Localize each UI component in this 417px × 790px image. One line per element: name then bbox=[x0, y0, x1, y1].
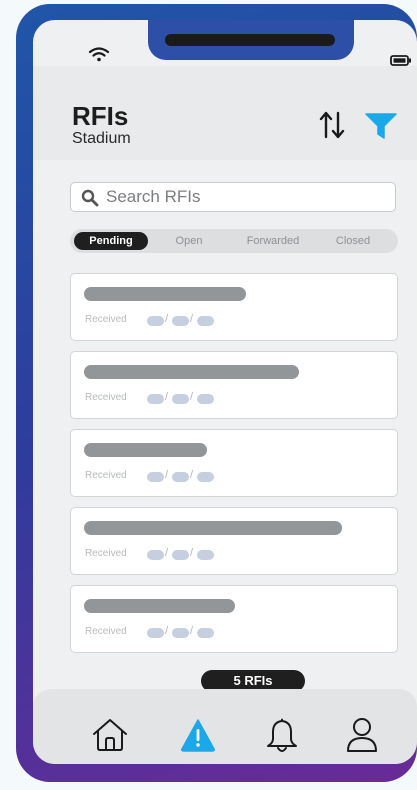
date-separator: / bbox=[190, 469, 194, 481]
rfi-card[interactable]: Received / / bbox=[70, 429, 398, 497]
phone-notch bbox=[148, 20, 354, 60]
speaker-grille bbox=[165, 34, 335, 46]
phone-frame: RFIs Stadium Search RFIs Pending Open Fo… bbox=[16, 4, 417, 782]
search-icon bbox=[81, 189, 99, 212]
date-placeholder bbox=[147, 316, 164, 326]
rfi-card[interactable]: Received / / bbox=[70, 273, 398, 341]
received-label: Received bbox=[85, 392, 127, 403]
date-placeholder bbox=[147, 628, 164, 638]
date-separator: / bbox=[190, 547, 194, 559]
date-placeholder bbox=[147, 394, 164, 404]
sort-arrows-icon[interactable] bbox=[319, 110, 345, 145]
search-input[interactable] bbox=[106, 186, 386, 208]
alert-triangle-icon[interactable] bbox=[180, 718, 216, 757]
status-bar bbox=[33, 20, 417, 66]
tab-forwarded[interactable]: Forwarded bbox=[235, 232, 311, 250]
received-label: Received bbox=[85, 314, 127, 325]
date-separator: / bbox=[190, 625, 194, 637]
date-placeholder bbox=[197, 628, 214, 638]
date-placeholder bbox=[172, 472, 189, 482]
search-box[interactable] bbox=[70, 182, 396, 212]
rfi-title-placeholder bbox=[84, 599, 235, 613]
date-separator: / bbox=[190, 391, 194, 403]
date-separator: / bbox=[165, 547, 169, 559]
received-label: Received bbox=[85, 548, 127, 559]
date-placeholder bbox=[197, 550, 214, 560]
received-label: Received bbox=[85, 626, 127, 637]
date-placeholder bbox=[147, 472, 164, 482]
tab-pending[interactable]: Pending bbox=[74, 232, 148, 250]
tab-open[interactable]: Open bbox=[168, 232, 210, 250]
received-label: Received bbox=[85, 470, 127, 481]
date-separator: / bbox=[190, 313, 194, 325]
rfi-card[interactable]: Received / / bbox=[70, 507, 398, 575]
filter-funnel-icon[interactable] bbox=[365, 112, 397, 145]
rfi-card[interactable]: Received / / bbox=[70, 351, 398, 419]
date-placeholder bbox=[147, 550, 164, 560]
date-placeholder bbox=[172, 550, 189, 560]
bell-icon[interactable] bbox=[265, 717, 299, 760]
date-placeholder bbox=[197, 316, 214, 326]
page-header: RFIs Stadium bbox=[33, 66, 417, 160]
bottom-tab-bar bbox=[33, 689, 417, 764]
rfi-card[interactable]: Received / / bbox=[70, 585, 398, 653]
wifi-icon bbox=[88, 46, 110, 67]
page-title: RFIs bbox=[72, 101, 129, 131]
date-placeholder bbox=[172, 394, 189, 404]
date-separator: / bbox=[165, 391, 169, 403]
date-placeholder bbox=[172, 316, 189, 326]
date-placeholder bbox=[197, 472, 214, 482]
rfi-title-placeholder bbox=[84, 443, 207, 457]
home-icon[interactable] bbox=[91, 717, 129, 758]
status-tabs: Pending Open Forwarded Closed bbox=[70, 229, 398, 253]
date-separator: / bbox=[165, 625, 169, 637]
user-icon[interactable] bbox=[345, 716, 379, 759]
date-separator: / bbox=[165, 313, 169, 325]
app-screen: RFIs Stadium Search RFIs Pending Open Fo… bbox=[33, 20, 417, 764]
date-placeholder bbox=[197, 394, 214, 404]
date-placeholder bbox=[172, 628, 189, 638]
rfi-title-placeholder bbox=[84, 521, 342, 535]
date-separator: / bbox=[165, 469, 169, 481]
rfi-title-placeholder bbox=[84, 365, 299, 379]
project-name: Stadium bbox=[72, 130, 131, 147]
rfi-title-placeholder bbox=[84, 287, 246, 301]
tab-closed[interactable]: Closed bbox=[328, 232, 378, 250]
